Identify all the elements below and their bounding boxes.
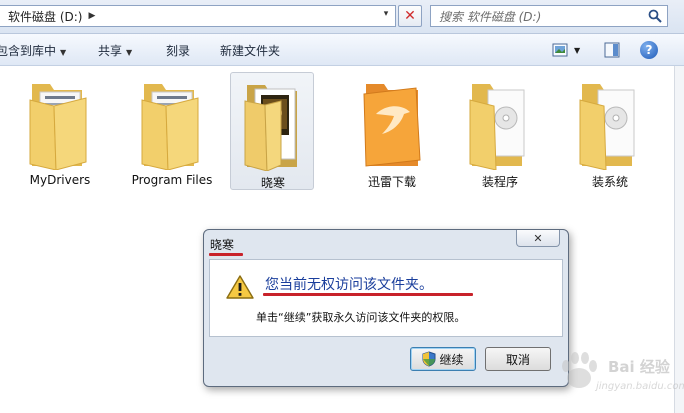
folder-disc-icon xyxy=(579,84,635,170)
new-folder-button[interactable]: 新建文件夹 xyxy=(220,42,280,59)
watermark-text: Bai 经验 xyxy=(608,358,670,376)
address-dropdown-icon[interactable]: ▾ xyxy=(379,9,393,23)
dialog-body: 您当前无权访问该文件夹。 单击“继续”获取永久访问该文件夹的权限。 xyxy=(209,259,563,337)
message-highlight-underline xyxy=(263,293,473,296)
dialog-message: 您当前无权访问该文件夹。 xyxy=(265,277,433,293)
breadcrumb-chevron-icon[interactable]: ▶ xyxy=(88,11,95,21)
burn-button[interactable]: 刻录 xyxy=(166,42,190,59)
share-label: 共享 xyxy=(98,44,123,58)
address-toolbar: 软件磁盘 (D:) ▶ ▾ ✕ 搜索 软件磁盘 (D:) xyxy=(0,0,684,34)
warning-icon xyxy=(226,275,254,299)
address-input[interactable]: 软件磁盘 (D:) ▶ ▾ xyxy=(0,5,396,27)
chevron-down-icon: ▼ xyxy=(574,45,581,55)
stop-button[interactable]: ✕ xyxy=(398,5,422,27)
file-label: Program Files xyxy=(131,173,213,187)
file-label: 迅雷下载 xyxy=(367,175,416,189)
file-label: MyDrivers xyxy=(29,173,91,187)
baidu-watermark: Bai 经验 jingyan.baidu.com xyxy=(556,348,684,408)
dialog-title: 晓寒 xyxy=(210,238,235,252)
include-in-library-label: 包含到库中 xyxy=(0,44,57,58)
title-highlight-underline xyxy=(209,253,243,256)
folder-item-install-system[interactable]: 装系统 xyxy=(568,72,652,190)
search-icon[interactable] xyxy=(647,8,663,24)
preview-pane-button[interactable] xyxy=(604,40,620,60)
folder-thunder-icon xyxy=(363,84,421,167)
continue-button[interactable]: 继续 xyxy=(410,347,476,371)
cancel-button[interactable]: 取消 xyxy=(485,347,551,371)
access-denied-dialog: 晓寒 ✕ 您当前无权访问该文件夹。 单击“继续”获取永久访问该文件夹的权限。 继… xyxy=(203,229,569,387)
search-input[interactable]: 搜索 软件磁盘 (D:) xyxy=(430,5,668,27)
folder-item-mydrivers[interactable]: MyDrivers xyxy=(18,72,102,190)
preview-pane-icon xyxy=(604,42,620,58)
folder-item-program-files[interactable]: Program Files xyxy=(130,72,214,190)
search-placeholder: 搜索 软件磁盘 (D:) xyxy=(439,9,542,24)
view-icon xyxy=(552,43,568,57)
folder-item-thunder-download[interactable]: 迅雷下载 xyxy=(350,72,434,190)
file-label: 装系统 xyxy=(591,175,628,189)
uac-shield-icon xyxy=(422,351,436,367)
folder-media-icon xyxy=(244,85,297,171)
folder-documents-icon xyxy=(29,84,87,170)
folder-item-install-programs[interactable]: 装程序 xyxy=(458,72,542,190)
continue-label: 继续 xyxy=(439,352,464,367)
change-view-button[interactable]: ▼ xyxy=(552,40,580,60)
file-label: 装程序 xyxy=(481,175,518,189)
help-button[interactable]: ? xyxy=(640,41,658,59)
command-bar: 包含到库中 ▼ 共享 ▼ 刻录 新建文件夹 ▼ ? xyxy=(0,34,684,66)
file-label: 晓寒 xyxy=(260,176,285,190)
dialog-detail: 单击“继续”获取永久访问该文件夹的权限。 xyxy=(256,311,466,324)
folder-disc-icon xyxy=(469,84,525,170)
share-button[interactable]: 共享 ▼ xyxy=(98,42,132,59)
dialog-close-button[interactable]: ✕ xyxy=(516,230,560,247)
folder-documents-icon xyxy=(141,84,199,170)
include-in-library-button[interactable]: 包含到库中 ▼ xyxy=(0,42,66,59)
chevron-down-icon: ▼ xyxy=(60,48,67,57)
address-path[interactable]: 软件磁盘 (D:) xyxy=(0,8,82,25)
watermark-url: jingyan.baidu.com xyxy=(596,381,684,392)
chevron-down-icon: ▼ xyxy=(126,48,133,57)
folder-item-xiaohan[interactable]: 晓寒 xyxy=(230,72,314,190)
